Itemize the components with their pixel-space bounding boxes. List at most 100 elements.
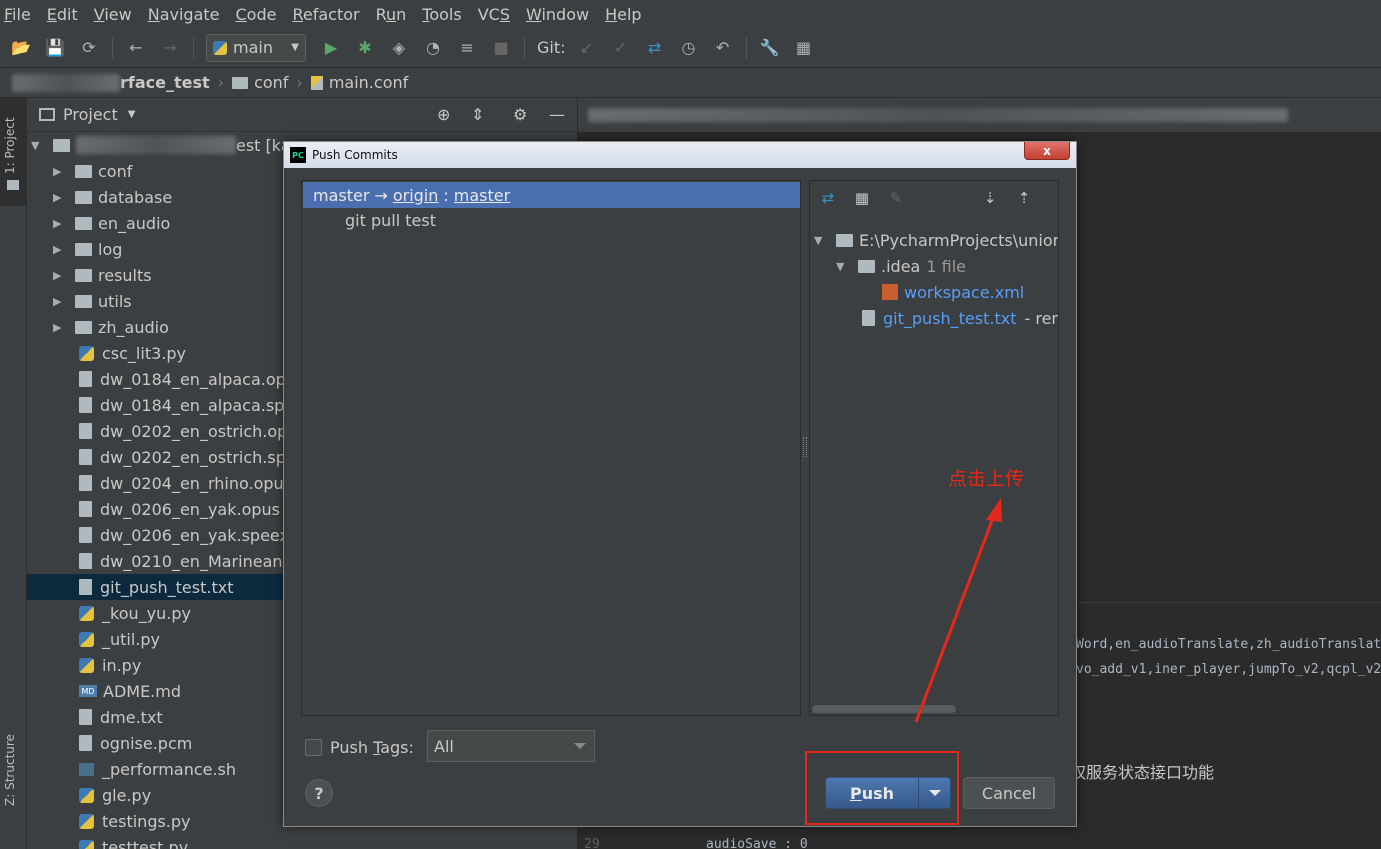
project-view-title[interactable]: Project <box>63 105 118 124</box>
revert-icon[interactable]: ↶ <box>712 37 734 59</box>
menu-item[interactable]: Code <box>236 5 277 24</box>
tree-item-label: _kou_yu.py <box>102 603 191 623</box>
git-update-icon[interactable]: ↙ <box>576 37 598 59</box>
chevron-down-icon <box>574 743 586 749</box>
run-icon[interactable]: ▶ <box>320 37 342 59</box>
breadcrumb-folder[interactable]: conf <box>232 73 288 92</box>
blurred-editor-tab[interactable] <box>588 108 1288 122</box>
menu-bar: File Edit View Navigate Code Refactor Run Tools… <box>0 0 1381 28</box>
expand-arrow-icon[interactable]: ▶ <box>53 269 67 282</box>
idea-file-count: 1 file <box>926 256 966 276</box>
close-button[interactable]: x <box>1024 142 1070 160</box>
expand-arrow-icon[interactable]: ▶ <box>53 321 67 334</box>
structure-tool-tab[interactable]: Z: Structure <box>0 730 27 830</box>
menu-item[interactable]: Run <box>376 5 407 24</box>
breadcrumb-project[interactable]: rface_test <box>12 73 210 92</box>
change-file-row[interactable]: git_push_test.txt - rena <box>862 305 1058 331</box>
git-label: Git: <box>537 38 566 57</box>
text-file-icon <box>79 553 92 569</box>
project-view-icon <box>39 108 55 121</box>
tree-item-label: ognise.pcm <box>100 733 193 753</box>
splitter-handle[interactable] <box>803 437 807 457</box>
menu-item[interactable]: File <box>4 5 31 24</box>
help-button[interactable]: ? <box>305 779 333 807</box>
text-file-icon <box>79 449 92 465</box>
save-icon[interactable]: 💾 <box>44 37 66 59</box>
run-list-icon[interactable]: ≡ <box>456 37 478 59</box>
expand-arrow-icon[interactable]: ▶ <box>53 295 67 308</box>
remote-branch-link[interactable]: master <box>454 186 510 205</box>
output-line: 权服务状态接口功能 <box>1070 763 1215 782</box>
sync-icon[interactable]: ⟳ <box>78 37 100 59</box>
collapse-icon[interactable]: ⇕ <box>471 105 484 124</box>
edit-icon[interactable]: ✎ <box>886 188 906 208</box>
menu-item[interactable]: View <box>94 5 132 24</box>
git-compare-icon[interactable]: ⇄ <box>644 37 666 59</box>
breadcrumb-file[interactable]: main.conf <box>310 73 408 92</box>
menu-item[interactable]: Edit <box>47 5 78 24</box>
menu-item[interactable]: Window <box>526 5 589 24</box>
tree-item-label: dw_0206_en_yak.speex <box>100 525 289 545</box>
folder-icon <box>232 76 249 89</box>
output-line: Word,en_audioTranslate,zh_audioTranslate <box>1076 637 1381 652</box>
debug-icon[interactable]: ✱ <box>354 37 376 59</box>
expand-arrow-icon[interactable]: ▶ <box>53 217 67 230</box>
change-idea-row[interactable]: ▼ .idea 1 file <box>836 253 966 279</box>
expand-arrow-icon[interactable]: ▼ <box>31 139 45 152</box>
expand-arrow-icon[interactable]: ▼ <box>814 234 828 247</box>
history-icon[interactable]: ◷ <box>678 37 700 59</box>
expand-arrow-icon[interactable]: ▼ <box>836 260 850 273</box>
group-by-icon[interactable]: ▦ <box>852 188 872 208</box>
chevron-down-icon[interactable]: ▼ <box>128 109 136 120</box>
locate-icon[interactable]: ⊕ <box>437 105 450 124</box>
tree-item-label: testtest.py <box>102 837 189 849</box>
wrench-icon[interactable]: 🔧 <box>759 37 781 59</box>
menu-item[interactable]: Help <box>605 5 641 24</box>
gear-icon[interactable]: ⚙ <box>513 105 527 124</box>
expand-arrow-icon[interactable]: ▶ <box>53 191 67 204</box>
menu-item[interactable]: Navigate <box>148 5 220 24</box>
collapse-all-icon[interactable]: ⇡ <box>1014 188 1034 208</box>
run-config-label: main <box>233 38 273 57</box>
stop-icon[interactable]: ■ <box>490 37 512 59</box>
structure-icon[interactable]: ▦ <box>793 37 815 59</box>
change-file-row[interactable]: workspace.xml <box>882 279 1024 305</box>
cancel-button[interactable]: Cancel <box>963 777 1055 809</box>
tree-item-label: database <box>98 187 173 207</box>
expand-arrow-icon[interactable]: ▶ <box>53 165 67 178</box>
profile-icon[interactable]: ◔ <box>422 37 444 59</box>
structure-tool-tab-label: Z: Structure <box>3 734 17 806</box>
blurred-root-name <box>76 136 236 154</box>
folder-icon <box>75 268 92 282</box>
branch-row[interactable]: master → origin : master <box>303 182 800 208</box>
diff-icon[interactable]: ⇄ <box>818 188 838 208</box>
menu-item[interactable]: Refactor <box>292 5 359 24</box>
expand-all-icon[interactable]: ⇣ <box>980 188 1000 208</box>
commit-item[interactable]: git pull test <box>345 211 436 230</box>
menu-item[interactable]: Tools <box>422 5 461 24</box>
scrollbar-thumb[interactable] <box>812 705 956 713</box>
change-root-row[interactable]: ▼ E:\PycharmProjects\union <box>814 227 1059 253</box>
changes-toolbar: ⇄ ▦ ✎ ⇣ ⇡ <box>810 181 1058 215</box>
expand-arrow-icon[interactable]: ▶ <box>53 243 67 256</box>
menu-item[interactable]: VCS <box>478 5 510 24</box>
git-commit-icon[interactable]: ✓ <box>610 37 632 59</box>
forward-arrow-icon[interactable]: → <box>159 37 181 59</box>
project-panel-header: Project ▼ ⊕ ⇕ ⚙ — <box>27 98 577 132</box>
remote-name-link[interactable]: origin <box>393 186 439 205</box>
workspace-file-name: workspace.xml <box>904 282 1025 302</box>
push-tags-select[interactable]: All <box>427 730 595 762</box>
open-folder-icon[interactable]: 📂 <box>10 37 32 59</box>
coverage-icon[interactable]: ◈ <box>388 37 410 59</box>
project-tool-tab[interactable]: 1: Project <box>0 98 27 206</box>
run-config-select[interactable]: main ▼ <box>206 33 306 62</box>
horizontal-scrollbar[interactable] <box>810 703 1058 715</box>
text-file-icon <box>79 475 92 491</box>
tree-item-label: dme.txt <box>100 707 163 727</box>
push-tags-checkbox[interactable] <box>305 738 322 756</box>
minimize-icon[interactable]: — <box>549 105 565 124</box>
tree-item[interactable]: testtest.py <box>27 834 577 849</box>
change-root-path: E:\PycharmProjects\union <box>859 230 1059 250</box>
pycharm-logo-icon: PC <box>290 147 306 163</box>
back-arrow-icon[interactable]: ← <box>125 37 147 59</box>
